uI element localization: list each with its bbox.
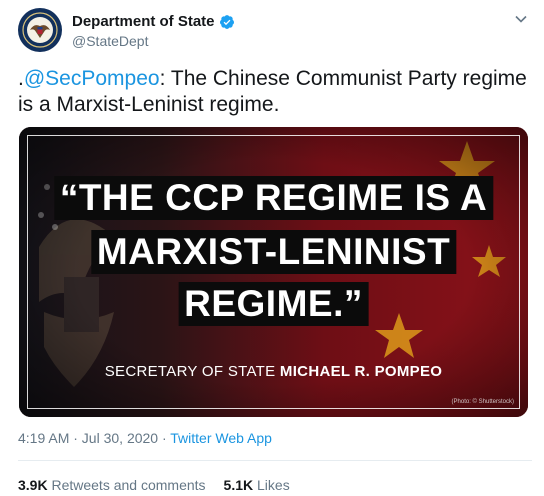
photo-credit: (Photo: © Shutterstock): [451, 399, 514, 405]
retweets-stat[interactable]: 3.9K Retweets and comments: [18, 477, 206, 493]
verified-badge-icon: [219, 15, 234, 29]
avatar[interactable]: [18, 8, 62, 52]
likes-count: 5.1K: [223, 477, 254, 493]
divider: [18, 460, 532, 461]
likes-label: Likes: [253, 477, 290, 493]
tweet-stats: 3.9K Retweets and comments 5.1K Likes: [18, 477, 290, 493]
state-department-seal-icon: [19, 9, 61, 51]
tweet-header: Department of State @StateDept: [18, 8, 532, 52]
retweets-label: Retweets and comments: [47, 477, 206, 493]
author-display-name-row[interactable]: Department of State: [72, 13, 235, 31]
tweet-meta: 4:19 AM · Jul 30, 2020 · Twitter Web App: [18, 430, 272, 446]
attribution-title: SECRETARY OF STATE: [104, 363, 280, 380]
author-names: Department of State @StateDept: [72, 13, 235, 50]
tweet-media-image[interactable]: “THE CCP REGIME IS A MARXIST-LENINIST RE…: [19, 127, 528, 417]
attribution-name: MICHAEL R. POMPEO: [279, 363, 443, 380]
tweet-text: .@SecPompeo: The Chinese Communist Party…: [18, 66, 528, 118]
mention-link[interactable]: @SecPompeo: [24, 67, 160, 90]
retweets-count: 3.9K: [18, 477, 48, 493]
quote-line-1: “THE CCP REGIME IS A: [53, 176, 494, 220]
quote-attribution: SECRETARY OF STATE MICHAEL R. POMPEO: [19, 363, 528, 380]
source-app-link[interactable]: Twitter Web App: [170, 430, 272, 446]
tweet-timestamp[interactable]: 4:19 AM · Jul 30, 2020 ·: [18, 430, 170, 446]
author-display-name[interactable]: Department of State: [72, 13, 215, 31]
likes-stat[interactable]: 5.1K Likes: [224, 477, 290, 493]
quote-line-3: REGIME.”: [178, 282, 369, 326]
author-handle[interactable]: @StateDept: [72, 32, 235, 50]
quote-line-2: MARXIST-LENINIST: [90, 230, 457, 274]
chevron-down-icon[interactable]: [514, 12, 528, 26]
